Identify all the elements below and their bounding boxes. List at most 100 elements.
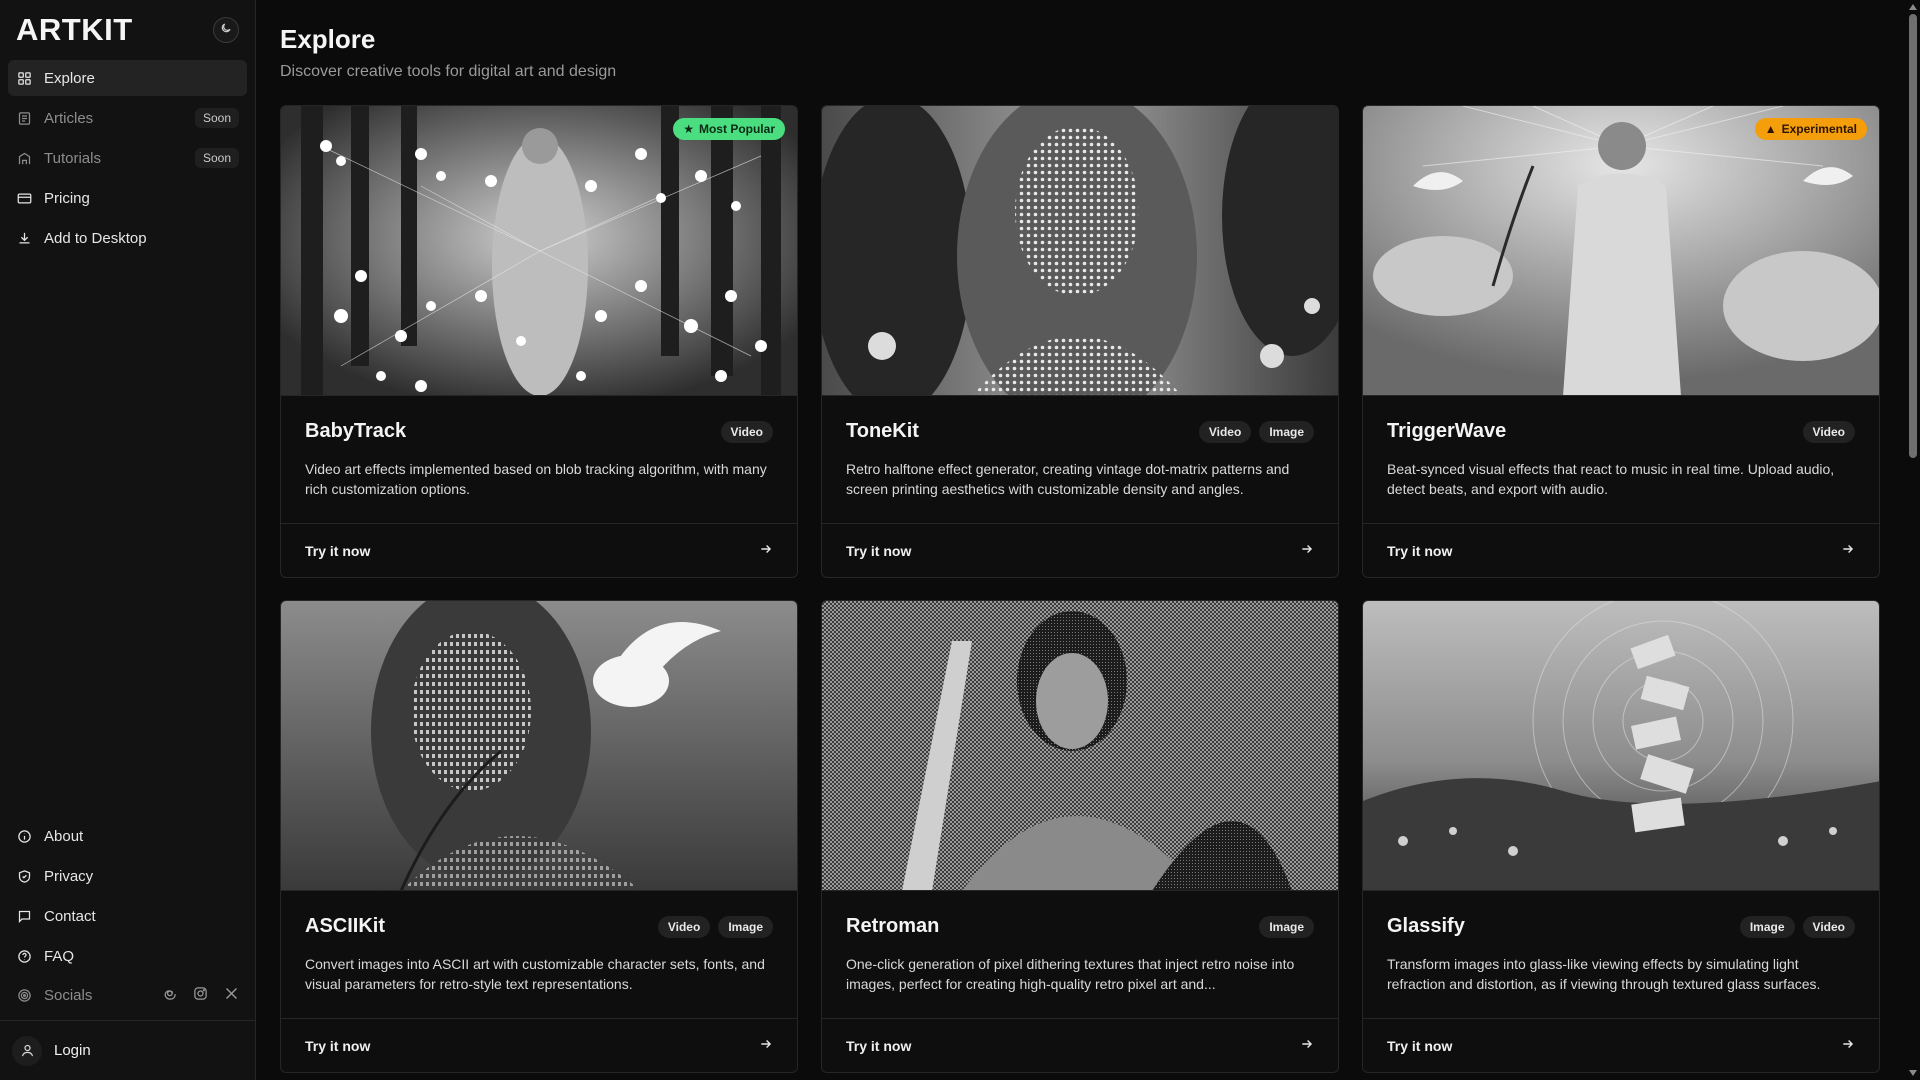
try-it-now-button[interactable]: Try it now bbox=[1363, 1018, 1879, 1072]
tag-list: Video Image bbox=[1198, 420, 1314, 443]
tag-image: Image bbox=[718, 915, 773, 938]
tool-card-babytrack[interactable]: ★ Most Popular BabyTrack Video Video art… bbox=[280, 105, 798, 578]
nav-label: Pricing bbox=[44, 189, 90, 207]
try-it-now-button[interactable]: Try it now bbox=[281, 1018, 797, 1072]
tool-thumbnail: ▲ Experimental bbox=[1363, 106, 1879, 396]
card-body: Glassify Image Video Transform images in… bbox=[1363, 891, 1879, 1018]
download-icon bbox=[16, 230, 32, 246]
card-description: Convert images into ASCII art with custo… bbox=[305, 956, 765, 992]
tool-card-tonekit[interactable]: ToneKit Video Image Retro halftone effec… bbox=[821, 105, 1339, 578]
cta-label: Try it now bbox=[846, 1037, 912, 1054]
login-label: Login bbox=[54, 1042, 91, 1059]
scroll-up-arrow[interactable] bbox=[1909, 4, 1917, 10]
tool-card-triggerwave[interactable]: ▲ Experimental TriggerWave Video Beat-sy… bbox=[1362, 105, 1880, 578]
soon-badge: Soon bbox=[194, 148, 239, 168]
try-it-now-button[interactable]: Try it now bbox=[822, 523, 1338, 577]
flask-icon: ▲ bbox=[1764, 122, 1777, 136]
scroll-down-arrow[interactable] bbox=[1909, 1070, 1917, 1076]
arrow-right-icon bbox=[1841, 1037, 1855, 1054]
star-icon: ★ bbox=[683, 122, 694, 136]
try-it-now-button[interactable]: Try it now bbox=[822, 1018, 1338, 1072]
tool-thumbnail bbox=[281, 601, 797, 891]
nav-item-pricing[interactable]: Pricing bbox=[8, 180, 247, 216]
card-body: ASCIIKit Video Image Convert images into… bbox=[281, 891, 797, 1018]
nav-label: Explore bbox=[44, 69, 95, 87]
tag-list: Image Video bbox=[1739, 915, 1855, 938]
badge-label: Most Popular bbox=[698, 122, 775, 136]
social-icons bbox=[162, 986, 239, 1005]
card-body: BabyTrack Video Video art effects implem… bbox=[281, 396, 797, 523]
card-title: Retroman bbox=[846, 915, 940, 937]
card-body: TriggerWave Video Beat-synced visual eff… bbox=[1363, 396, 1879, 523]
tool-thumbnail bbox=[822, 601, 1338, 891]
tag-list: Video bbox=[1802, 420, 1855, 443]
nav-item-add-to-desktop[interactable]: Add to Desktop bbox=[8, 220, 247, 256]
card-description: Beat-synced visual effects that react to… bbox=[1387, 461, 1835, 497]
tag-image: Image bbox=[1259, 915, 1314, 938]
tool-card-glassify[interactable]: Glassify Image Video Transform images in… bbox=[1362, 600, 1880, 1073]
nav-item-contact[interactable]: Contact bbox=[8, 898, 247, 934]
nav-label: Articles bbox=[44, 109, 94, 127]
grid-icon bbox=[16, 70, 32, 86]
arrow-right-icon bbox=[759, 542, 773, 559]
instagram-icon[interactable] bbox=[193, 986, 208, 1005]
tool-thumbnail: ★ Most Popular bbox=[281, 106, 797, 396]
scrollbar-thumb[interactable] bbox=[1909, 14, 1917, 458]
card-header: Glassify Image Video bbox=[1387, 915, 1855, 938]
socials-label: Socials bbox=[44, 986, 93, 1004]
threads-icon[interactable] bbox=[162, 986, 177, 1005]
card-title: ASCIIKit bbox=[305, 915, 385, 937]
cta-label: Try it now bbox=[1387, 1037, 1453, 1054]
nav-label: Tutorials bbox=[44, 149, 101, 167]
school-icon bbox=[16, 150, 32, 166]
nav-label: FAQ bbox=[44, 947, 75, 965]
cta-label: Try it now bbox=[846, 542, 912, 559]
shield-icon bbox=[16, 868, 32, 884]
most-popular-badge: ★ Most Popular bbox=[673, 118, 785, 140]
tool-card-asciikit[interactable]: ASCIIKit Video Image Convert images into… bbox=[280, 600, 798, 1073]
card-header: ASCIIKit Video Image bbox=[305, 915, 773, 938]
tag-list: Image bbox=[1259, 915, 1314, 938]
fingerprint-icon bbox=[16, 987, 32, 1003]
try-it-now-button[interactable]: Try it now bbox=[1363, 523, 1879, 577]
nav-label: Add to Desktop bbox=[44, 229, 147, 247]
nav-item-articles[interactable]: Articles Soon bbox=[8, 100, 247, 136]
nav-item-about[interactable]: About bbox=[8, 818, 247, 854]
tool-thumbnail bbox=[822, 106, 1338, 396]
brand-logo[interactable]: ARTKIT bbox=[16, 12, 133, 48]
arrow-right-icon bbox=[1841, 542, 1855, 559]
help-icon bbox=[16, 948, 32, 964]
arrow-right-icon bbox=[1300, 1037, 1314, 1054]
tool-card-retroman[interactable]: Retroman Image One-click generation of p… bbox=[821, 600, 1339, 1073]
brand-row: ARTKIT bbox=[0, 0, 255, 60]
login-button[interactable]: Login bbox=[0, 1020, 255, 1080]
nav-item-faq[interactable]: FAQ bbox=[8, 938, 247, 974]
page-title: Explore bbox=[280, 24, 376, 54]
theme-toggle-button[interactable] bbox=[213, 17, 239, 43]
tag-video: Video bbox=[657, 915, 711, 938]
nav-item-tutorials[interactable]: Tutorials Soon bbox=[8, 140, 247, 176]
cta-label: Try it now bbox=[1387, 542, 1453, 559]
card-title: ToneKit bbox=[846, 420, 919, 442]
x-icon[interactable] bbox=[224, 986, 239, 1005]
nav-item-privacy[interactable]: Privacy bbox=[8, 858, 247, 894]
try-it-now-button[interactable]: Try it now bbox=[281, 523, 797, 577]
card-header: BabyTrack Video bbox=[305, 420, 773, 443]
sidebar: ARTKIT Explore Articles Soon Tutorials S… bbox=[0, 0, 256, 1080]
page-subtitle: Discover creative tools for digital art … bbox=[280, 63, 617, 80]
card-description: Video art effects implemented based on b… bbox=[305, 461, 767, 497]
arrow-right-icon bbox=[1300, 542, 1314, 559]
tag-image: Image bbox=[1739, 915, 1795, 938]
cta-label: Try it now bbox=[305, 542, 371, 559]
soon-badge: Soon bbox=[194, 108, 239, 128]
secondary-nav: About Privacy Contact FAQ Socials bbox=[0, 818, 255, 1012]
tag-image: Image bbox=[1259, 420, 1314, 443]
card-header: ToneKit Video Image bbox=[846, 420, 1314, 443]
card-description: Retro halftone effect generator, creatin… bbox=[846, 461, 1290, 497]
arrow-right-icon bbox=[759, 1037, 773, 1054]
tag-video: Video bbox=[1802, 420, 1855, 443]
vertical-scrollbar[interactable] bbox=[1906, 0, 1920, 1080]
tag-list: Video bbox=[720, 420, 773, 443]
nav-item-explore[interactable]: Explore bbox=[8, 60, 247, 96]
